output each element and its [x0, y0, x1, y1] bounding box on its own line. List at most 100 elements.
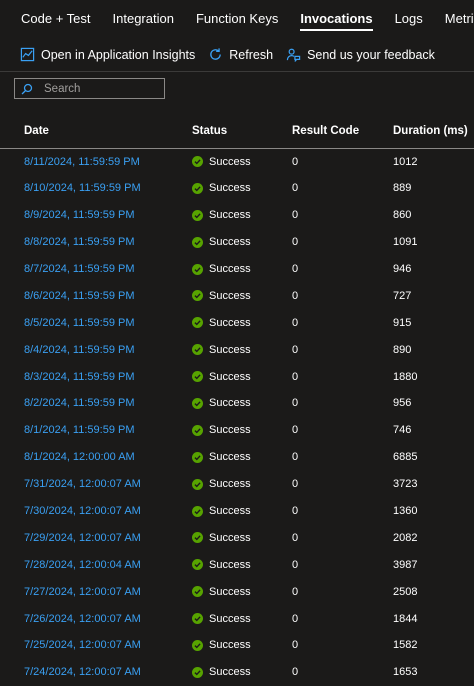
invocation-date-link[interactable]: 7/28/2024, 12:00:04 AM: [0, 551, 192, 578]
result-code-cell: 0: [292, 209, 299, 222]
invocation-date-link[interactable]: 8/8/2024, 11:59:59 PM: [0, 229, 192, 256]
status-cell: Success: [192, 336, 292, 363]
table-body: 8/11/2024, 11:59:59 PM Success 0 1012 8/10/2…: [0, 148, 474, 686]
search-area: [0, 72, 474, 108]
tab-integration[interactable]: Integration: [113, 0, 174, 37]
success-check-icon: [192, 451, 203, 463]
status-cell: Success: [192, 659, 292, 686]
table-row: 8/5/2024, 11:59:59 PM Success 0 915: [0, 309, 474, 336]
invocation-date-link[interactable]: 8/6/2024, 11:59:59 PM: [0, 282, 192, 309]
status-cell: Success: [192, 444, 292, 471]
table-row: 7/26/2024, 12:00:07 AM Success 0 1844: [0, 605, 474, 632]
column-header-duration[interactable]: Duration (ms): [393, 114, 474, 149]
duration-cell: 956: [393, 397, 412, 410]
status-text: Success: [209, 558, 251, 571]
table-row: 8/10/2024, 11:59:59 PM Success 0 889: [0, 175, 474, 202]
open-app-insights-button[interactable]: Open in Application Insights: [19, 47, 195, 63]
status-cell: Success: [192, 256, 292, 283]
status-text: Success: [209, 424, 251, 437]
send-feedback-label: Send us your feedback: [307, 47, 435, 62]
result-code-cell: 0: [292, 182, 299, 195]
table-row: 8/9/2024, 11:59:59 PM Success 0 860: [0, 202, 474, 229]
status-cell: Success: [192, 578, 292, 605]
column-header-status[interactable]: Status: [192, 114, 292, 149]
invocation-date-link[interactable]: 8/1/2024, 11:59:59 PM: [0, 417, 192, 444]
status-cell: Success: [192, 632, 292, 659]
duration-cell: 2508: [393, 585, 418, 598]
invocation-date-link[interactable]: 8/2/2024, 11:59:59 PM: [0, 390, 192, 417]
result-code-cell: 0: [292, 316, 299, 329]
duration-cell: 1880: [393, 370, 418, 383]
table-row: 8/7/2024, 11:59:59 PM Success 0 946: [0, 256, 474, 283]
invocation-date-link[interactable]: 8/9/2024, 11:59:59 PM: [0, 202, 192, 229]
tab-invocations[interactable]: Invocations: [300, 0, 373, 37]
duration-cell: 1844: [393, 612, 418, 625]
invocation-date-link[interactable]: 8/10/2024, 11:59:59 PM: [0, 175, 192, 202]
invocation-date-link[interactable]: 8/11/2024, 11:59:59 PM: [0, 148, 192, 175]
invocation-date-link[interactable]: 8/5/2024, 11:59:59 PM: [0, 309, 192, 336]
status-text: Success: [209, 505, 251, 518]
result-code-cell: 0: [292, 505, 299, 518]
duration-cell: 1091: [393, 236, 418, 249]
invocation-date-link[interactable]: 8/3/2024, 11:59:59 PM: [0, 363, 192, 390]
status-text: Success: [209, 316, 251, 329]
success-check-icon: [192, 317, 203, 329]
result-code-cell: 0: [292, 531, 299, 544]
invocation-date-link[interactable]: 7/25/2024, 12:00:07 AM: [0, 632, 192, 659]
status-text: Success: [209, 155, 251, 168]
status-cell: Success: [192, 309, 292, 336]
success-check-icon: [192, 290, 203, 302]
invocation-date-link[interactable]: 7/30/2024, 12:00:07 AM: [0, 498, 192, 525]
success-check-icon: [192, 209, 203, 221]
success-check-icon: [192, 424, 203, 436]
success-check-icon: [192, 586, 203, 598]
send-feedback-button[interactable]: Send us your feedback: [285, 47, 435, 63]
status-cell: Success: [192, 229, 292, 256]
table-row: 8/4/2024, 11:59:59 PM Success 0 890: [0, 336, 474, 363]
tab-logs[interactable]: Logs: [395, 0, 423, 37]
tab-code-test[interactable]: Code + Test: [21, 0, 91, 37]
duration-cell: 2082: [393, 531, 418, 544]
duration-cell: 6885: [393, 451, 418, 464]
search-icon: [21, 83, 33, 94]
tab-metrics[interactable]: Metrics: [445, 0, 474, 37]
success-check-icon: [192, 639, 203, 651]
invocation-date-link[interactable]: 7/31/2024, 12:00:07 AM: [0, 471, 192, 498]
result-code-cell: 0: [292, 343, 299, 356]
status-cell: Success: [192, 363, 292, 390]
table-row: 8/11/2024, 11:59:59 PM Success 0 1012: [0, 148, 474, 175]
tab-function-keys[interactable]: Function Keys: [196, 0, 278, 37]
table-row: 8/3/2024, 11:59:59 PM Success 0 1880: [0, 363, 474, 390]
column-header-date[interactable]: Date: [0, 114, 192, 149]
result-code-cell: 0: [292, 478, 299, 491]
invocation-date-link[interactable]: 8/7/2024, 11:59:59 PM: [0, 256, 192, 283]
feedback-person-icon: [285, 47, 301, 63]
duration-cell: 1582: [393, 639, 418, 652]
invocation-date-link[interactable]: 7/24/2024, 12:00:07 AM: [0, 659, 192, 686]
search-box[interactable]: [14, 78, 165, 99]
status-text: Success: [209, 289, 251, 302]
result-code-cell: 0: [292, 612, 299, 625]
invocation-date-link[interactable]: 7/26/2024, 12:00:07 AM: [0, 605, 192, 632]
invocation-date-link[interactable]: 7/27/2024, 12:00:07 AM: [0, 578, 192, 605]
duration-cell: 1360: [393, 505, 418, 518]
result-code-cell: 0: [292, 155, 299, 168]
duration-cell: 1012: [393, 155, 418, 168]
success-check-icon: [192, 478, 203, 490]
status-text: Success: [209, 531, 251, 544]
invocation-date-link[interactable]: 8/1/2024, 12:00:00 AM: [0, 444, 192, 471]
invocation-date-link[interactable]: 8/4/2024, 11:59:59 PM: [0, 336, 192, 363]
result-code-cell: 0: [292, 451, 299, 464]
column-header-result-code[interactable]: Result Code: [292, 114, 393, 149]
table-row: 8/1/2024, 12:00:00 AM Success 0 6885: [0, 444, 474, 471]
search-input[interactable]: [44, 82, 154, 95]
success-check-icon: [192, 182, 203, 194]
result-code-cell: 0: [292, 289, 299, 302]
status-cell: Success: [192, 148, 292, 175]
status-cell: Success: [192, 282, 292, 309]
invocation-date-link[interactable]: 7/29/2024, 12:00:07 AM: [0, 524, 192, 551]
refresh-icon: [207, 47, 223, 63]
success-check-icon: [192, 236, 203, 248]
refresh-button[interactable]: Refresh: [207, 47, 273, 63]
result-code-cell: 0: [292, 639, 299, 652]
